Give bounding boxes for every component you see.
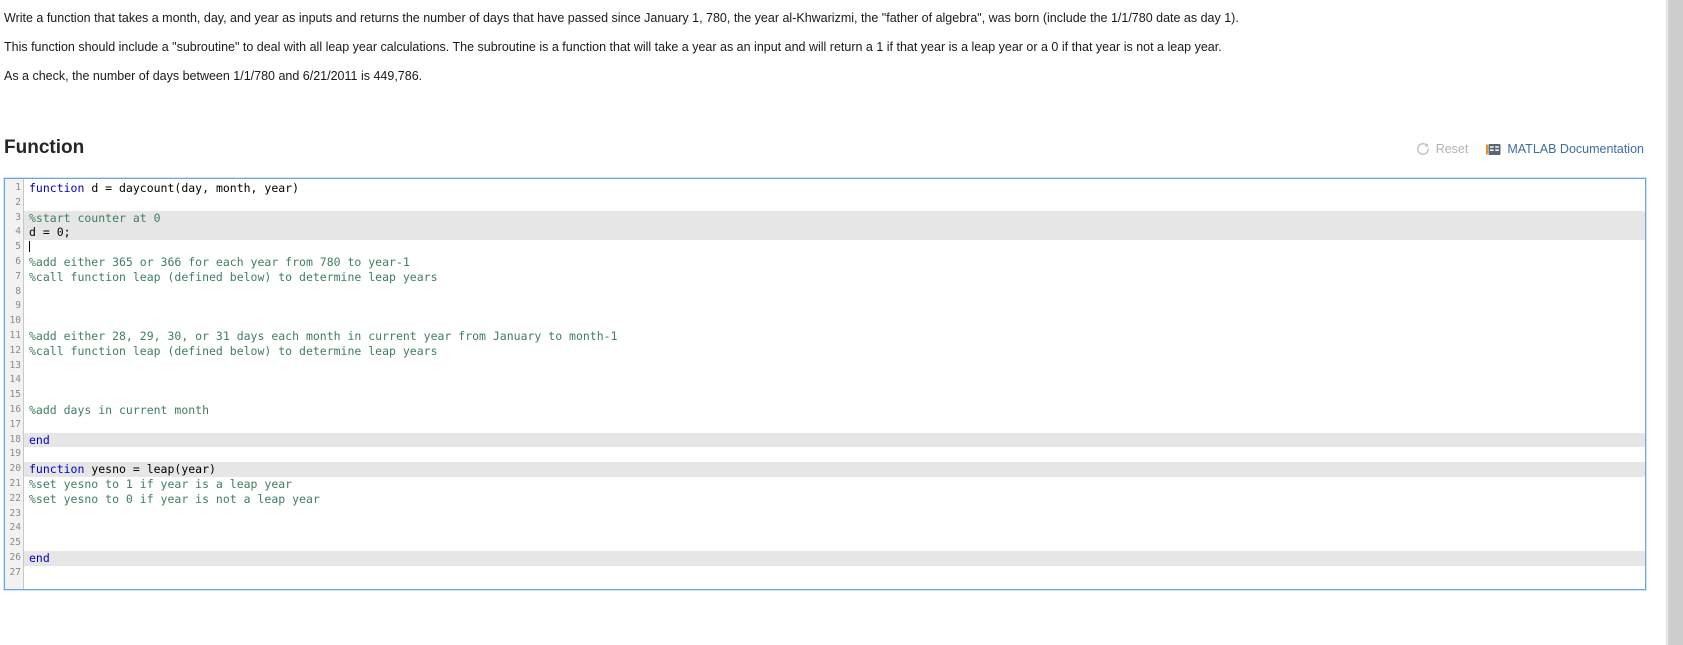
code-line[interactable]: function d = daycount(day, month, year) (24, 181, 1645, 196)
page-content: Write a function that takes a month, day… (0, 0, 1666, 645)
code-line[interactable] (24, 566, 1645, 581)
page-scrollbar[interactable] (1666, 0, 1683, 645)
line-number: 21 (9, 477, 21, 489)
reset-button-label: Reset (1435, 142, 1469, 156)
code-line[interactable] (24, 388, 1645, 403)
code-line[interactable]: %add days in current month (24, 403, 1645, 418)
code-line[interactable] (24, 521, 1645, 536)
line-number: 22 (9, 492, 21, 504)
code-comment: %call function leap (defined below) to d… (29, 269, 438, 284)
code-line[interactable]: end (24, 432, 1645, 448)
page-title: Function (4, 137, 85, 158)
line-number: 23 (9, 507, 21, 519)
line-number: 27 (9, 566, 21, 578)
code-line[interactable] (24, 359, 1645, 374)
code-text: d = 0; (29, 225, 71, 240)
line-number: 26 (9, 551, 21, 563)
line-number: 16 (9, 403, 21, 415)
line-number: 4 (15, 226, 21, 238)
line-number: 25 (9, 537, 21, 549)
text-cursor (29, 241, 30, 253)
documentation-icon (1486, 143, 1501, 156)
code-comment: %start counter at 0 (29, 210, 161, 225)
code-editor-body: 1 2 3 4 5 6 7 8 9 10 11 12 13 14 15 16 17 18 19 20 21 22 23 24 2… (5, 179, 1645, 589)
code-line[interactable] (24, 447, 1645, 462)
code-text: yesno = leap(year) (84, 462, 216, 477)
page-root: Write a function that takes a month, day… (0, 0, 1683, 645)
code-line[interactable]: %start counter at 0 (24, 210, 1645, 226)
matlab-documentation-button[interactable]: MATLAB Documentation (1486, 142, 1644, 156)
line-number: 15 (9, 389, 21, 401)
refresh-icon (1416, 142, 1430, 156)
code-keyword: end (29, 432, 50, 447)
code-line[interactable]: function yesno = leap(year) (24, 462, 1645, 477)
line-number: 14 (9, 374, 21, 386)
line-number: 24 (9, 522, 21, 534)
code-area[interactable]: function d = daycount(day, month, year) … (24, 179, 1645, 589)
code-line[interactable]: %call function leap (defined below) to d… (24, 270, 1645, 285)
line-number: 1 (15, 182, 21, 193)
code-comment: %add either 365 or 366 for each year fro… (29, 254, 410, 269)
code-comment: %add either 28, 29, 30, or 31 days each … (29, 328, 618, 343)
code-line[interactable]: end (24, 550, 1645, 566)
code-text: d = daycount(day, month, year) (84, 181, 300, 195)
code-comment: %call function leap (defined below) to d… (29, 343, 438, 358)
line-number: 3 (15, 211, 21, 223)
code-line[interactable]: %call function leap (defined below) to d… (24, 344, 1645, 359)
code-keyword: function (29, 181, 85, 195)
editor-toolbar: Reset MATLAB Documentation (1416, 142, 1644, 156)
code-line[interactable]: %add either 365 or 366 for each year fro… (24, 255, 1645, 270)
page-scrollbar-thumb[interactable] (1668, 0, 1683, 645)
line-number: 17 (9, 418, 21, 430)
line-number: 19 (9, 448, 21, 460)
code-line[interactable] (24, 196, 1645, 211)
line-number: 20 (9, 463, 21, 475)
matlab-documentation-label: MATLAB Documentation (1507, 142, 1644, 156)
code-comment: %set yesno to 0 if year is not a leap ye… (29, 491, 320, 506)
function-section-header: Function Reset MATLAB Documentation (2, 136, 1656, 172)
problem-paragraph-2: This function should include a "subrouti… (4, 40, 1222, 54)
line-number: 7 (15, 270, 21, 282)
code-line[interactable] (24, 418, 1645, 433)
code-line[interactable]: %set yesno to 0 if year is not a leap ye… (24, 492, 1645, 507)
reset-button[interactable]: Reset (1416, 142, 1469, 156)
code-keyword: function (29, 462, 85, 477)
code-line[interactable] (24, 299, 1645, 314)
line-number: 10 (9, 315, 21, 327)
problem-paragraph-3: As a check, the number of days between 1… (4, 69, 423, 83)
line-number: 8 (15, 285, 21, 297)
code-line[interactable] (24, 536, 1645, 551)
code-line[interactable]: %add either 28, 29, 30, or 31 days each … (24, 329, 1645, 344)
code-line[interactable] (24, 240, 1645, 255)
line-number: 5 (15, 241, 21, 253)
problem-paragraph-1: Write a function that takes a month, day… (4, 11, 1239, 25)
code-editor[interactable]: 1 2 3 4 5 6 7 8 9 10 11 12 13 14 15 16 17 18 19 20 21 22 23 24 2… (3, 177, 1647, 591)
line-number-gutter: 1 2 3 4 5 6 7 8 9 10 11 12 13 14 15 16 17 18 19 20 21 22 23 24 2… (5, 179, 24, 589)
line-number: 12 (9, 344, 21, 356)
line-number: 11 (9, 329, 21, 341)
code-line[interactable]: %set yesno to 1 if year is a leap year (24, 477, 1645, 492)
code-comment: %set yesno to 1 if year is a leap year (29, 476, 293, 491)
code-line[interactable] (24, 507, 1645, 522)
code-comment: %add days in current month (29, 402, 210, 417)
code-line[interactable]: d = 0; (24, 225, 1645, 241)
line-number: 13 (9, 359, 21, 371)
code-line[interactable] (24, 314, 1645, 329)
code-line[interactable] (24, 285, 1645, 300)
line-number: 18 (9, 433, 21, 445)
problem-statement: Write a function that takes a month, day… (2, 0, 1656, 84)
line-number: 6 (15, 255, 21, 267)
code-line[interactable] (24, 373, 1645, 388)
line-number: 2 (15, 196, 21, 208)
line-number: 9 (15, 300, 21, 312)
code-keyword: end (29, 550, 50, 565)
